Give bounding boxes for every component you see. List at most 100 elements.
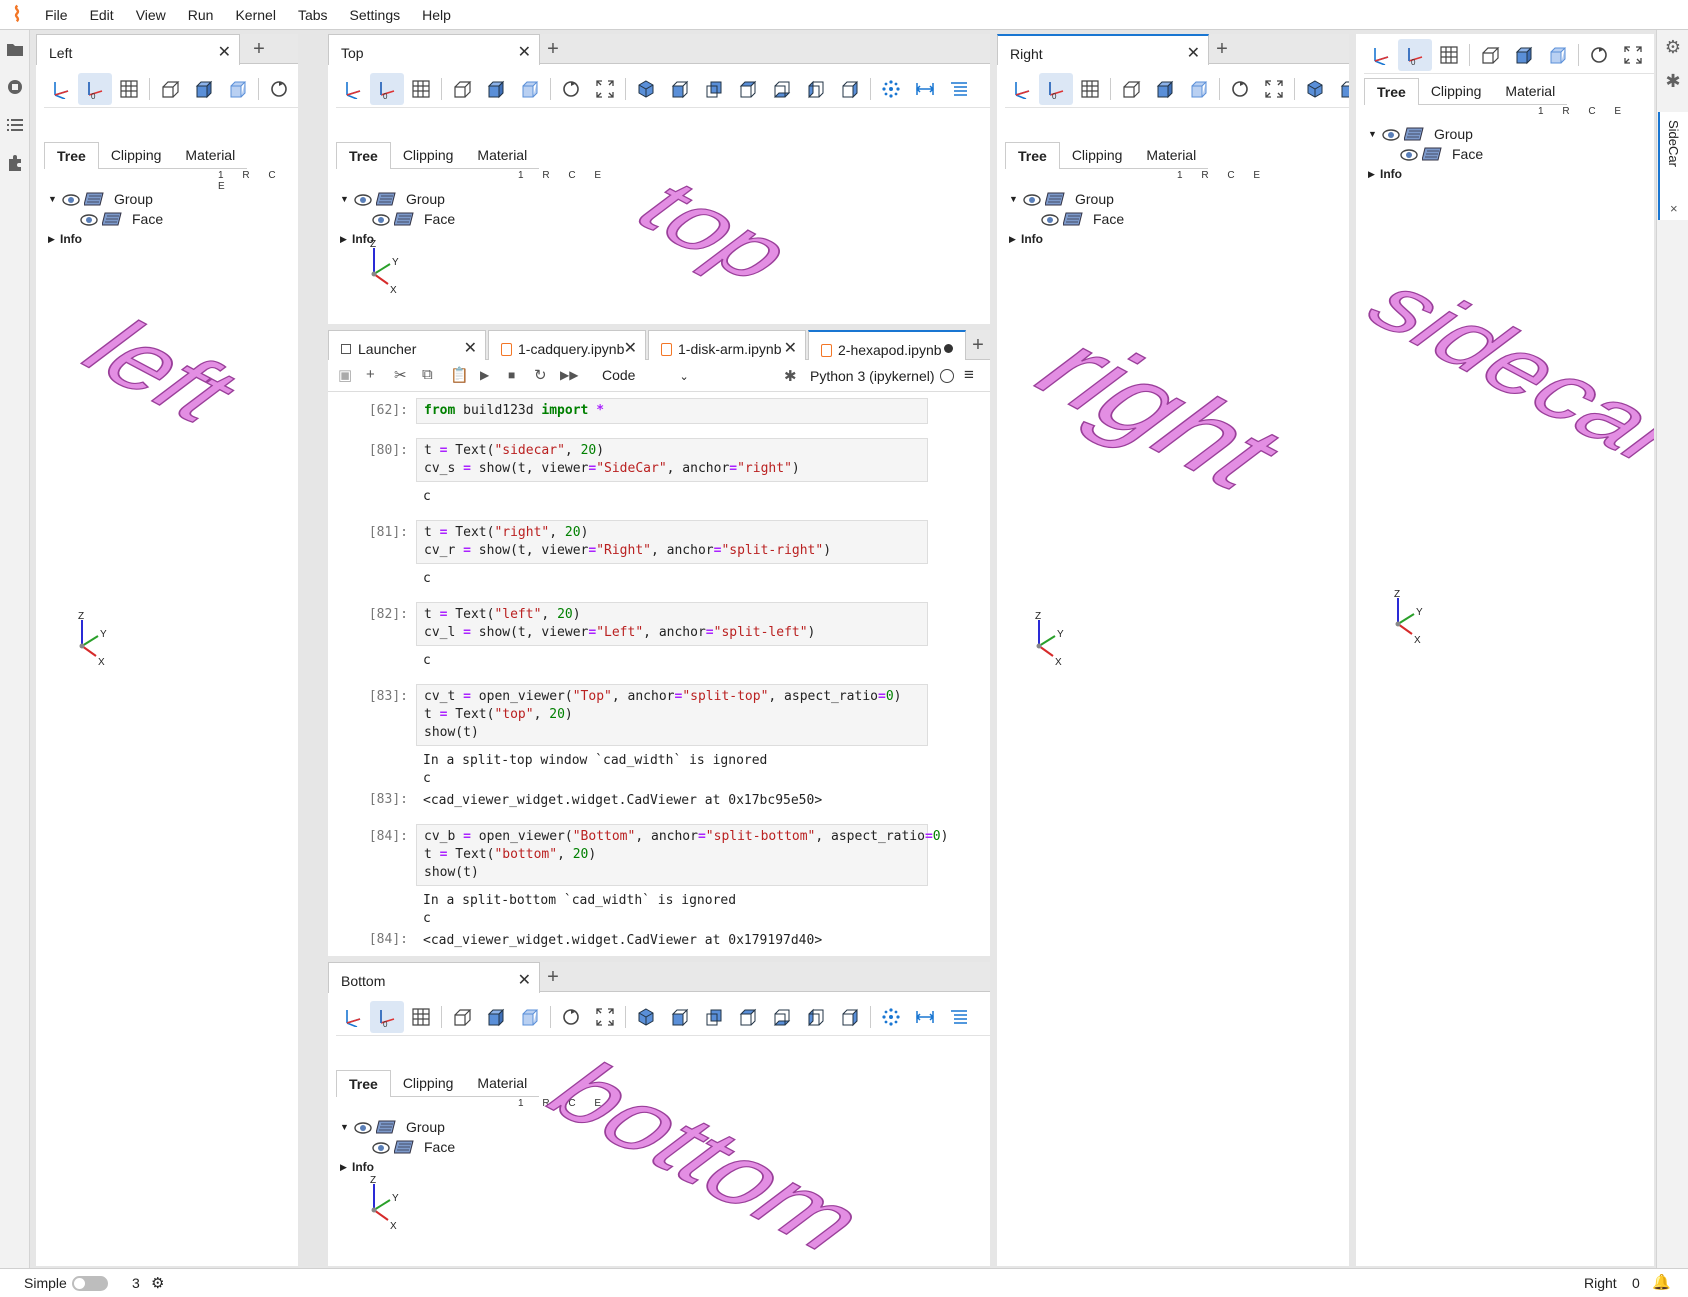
menu-help[interactable]: Help	[411, 0, 462, 30]
tab-tree[interactable]: Tree	[336, 1070, 391, 1097]
perspective-icon[interactable]	[445, 73, 479, 105]
transparent-cube-icon[interactable]	[221, 73, 255, 105]
tree-row-face[interactable]: Face	[1368, 144, 1608, 164]
menu-file[interactable]: File	[34, 0, 79, 30]
solid-cube-icon[interactable]	[479, 73, 513, 105]
solid-cube-icon[interactable]	[1148, 73, 1182, 105]
file-browser-icon[interactable]	[0, 30, 30, 68]
distance-icon[interactable]	[908, 1001, 942, 1033]
tree-row-group[interactable]: ▼ Group	[1009, 189, 1249, 209]
tab-1-cadquery[interactable]: 1-cadquery.ipynb ✕	[488, 330, 646, 361]
tree-row-face[interactable]: Face	[1009, 209, 1249, 229]
solid-cube-icon[interactable]	[187, 73, 221, 105]
perspective-icon[interactable]	[445, 1001, 479, 1033]
sidebar-tab-sidecar[interactable]: SideCar ×	[1658, 112, 1688, 220]
stop-icon[interactable]: ■	[508, 368, 515, 382]
front-view-icon[interactable]	[663, 73, 697, 105]
close-icon[interactable]: ×	[1670, 201, 1678, 216]
close-icon[interactable]: ✕	[624, 338, 637, 358]
code-cell-input[interactable]: cv_t = open_viewer("Top", anchor="split-…	[416, 684, 928, 746]
tree-row-face[interactable]: Face	[48, 209, 288, 229]
eye-icon[interactable]	[1382, 128, 1400, 141]
kernel-count[interactable]: 3	[132, 1275, 140, 1291]
menu-settings[interactable]: Settings	[339, 0, 412, 30]
tab-tree[interactable]: Tree	[336, 142, 391, 169]
tab-clipping[interactable]: Clipping	[390, 1070, 466, 1097]
collapsed-triangle-icon[interactable]: ▶	[340, 234, 352, 245]
collapsed-triangle-icon[interactable]: ▶	[340, 1162, 352, 1173]
code-cell-input[interactable]: t = Text("sidecar", 20) cv_s = show(t, v…	[416, 438, 928, 482]
grid-icon[interactable]	[404, 1001, 438, 1033]
transparent-cube-icon[interactable]	[513, 73, 547, 105]
close-icon[interactable]: ✕	[518, 42, 531, 62]
axes0-icon[interactable]: 0	[370, 1000, 404, 1033]
tab-right[interactable]: Right ✕	[997, 34, 1209, 65]
axes-icon[interactable]	[336, 1001, 370, 1033]
grid-icon[interactable]	[404, 73, 438, 105]
iso-view-icon[interactable]	[1298, 73, 1332, 105]
close-icon[interactable]: ✕	[218, 42, 231, 62]
eye-icon[interactable]	[372, 1141, 390, 1154]
eye-icon[interactable]	[354, 193, 372, 206]
tab-clipping[interactable]: Clipping	[98, 142, 174, 169]
reset-view-icon[interactable]	[554, 73, 588, 105]
tree-row-face[interactable]: Face	[340, 1137, 580, 1157]
eye-icon[interactable]	[62, 193, 80, 206]
expand-triangle-icon[interactable]: ▼	[340, 194, 352, 204]
menu-kernel[interactable]: Kernel	[224, 0, 286, 30]
debugger-icon[interactable]: ✱	[784, 367, 797, 385]
save-icon[interactable]: ▣	[338, 366, 352, 384]
menu-view[interactable]: View	[125, 0, 177, 30]
solid-cube-icon[interactable]	[1507, 39, 1541, 71]
unsaved-dot-icon[interactable]	[944, 344, 953, 353]
collapsed-triangle-icon[interactable]: ▶	[48, 234, 60, 245]
expand-triangle-icon[interactable]: ▼	[340, 1122, 352, 1132]
reset-view-icon[interactable]	[554, 1001, 588, 1033]
tree-row-group[interactable]: ▼ Group	[1368, 124, 1608, 144]
tab-clipping[interactable]: Clipping	[1059, 142, 1135, 169]
restart-run-all-icon[interactable]: ▶▶	[560, 368, 578, 382]
tab-material[interactable]: Material	[465, 142, 540, 169]
eye-icon[interactable]	[80, 213, 98, 226]
tab-top[interactable]: Top ✕	[328, 34, 540, 65]
tab-launcher[interactable]: Launcher ✕	[328, 330, 486, 361]
tab-clipping[interactable]: Clipping	[1418, 78, 1494, 105]
solid-cube-icon[interactable]	[479, 1001, 513, 1033]
rear-view-icon[interactable]	[697, 1001, 731, 1033]
reset-view-icon[interactable]	[262, 73, 296, 105]
code-cell-input[interactable]: t = Text("right", 20) cv_r = show(t, vie…	[416, 520, 928, 564]
tab-2-hexapod[interactable]: 2-hexapod.ipynb	[808, 330, 966, 361]
bottom-view-icon[interactable]	[765, 73, 799, 105]
grid-icon[interactable]	[112, 73, 146, 105]
collapsed-triangle-icon[interactable]: ▶	[1009, 234, 1021, 245]
expand-triangle-icon[interactable]: ▼	[1368, 129, 1380, 139]
axes0-icon[interactable]: 0	[78, 72, 112, 105]
tab-material[interactable]: Material	[1493, 78, 1568, 105]
tab-1-disk-arm[interactable]: 1-disk-arm.ipynb ✕	[648, 330, 806, 361]
right-view-icon[interactable]	[833, 1001, 867, 1033]
tab-material[interactable]: Material	[1134, 142, 1209, 169]
cut-icon[interactable]: ✂	[394, 366, 407, 384]
cell-type-select[interactable]: Code ⌄	[602, 367, 689, 383]
menu-edit[interactable]: Edit	[79, 0, 125, 30]
eye-icon[interactable]	[1023, 193, 1041, 206]
close-icon[interactable]: ✕	[1187, 43, 1200, 63]
tab-clipping[interactable]: Clipping	[390, 142, 466, 169]
grid-icon[interactable]	[1432, 39, 1466, 71]
add-tab-button[interactable]: +	[1209, 36, 1235, 62]
close-icon[interactable]: ✕	[464, 338, 477, 358]
fullscreen-icon[interactable]	[588, 73, 622, 105]
tree-row-face[interactable]: Face	[340, 209, 580, 229]
tree-row-info[interactable]: ▶ Info	[48, 229, 288, 249]
distance-icon[interactable]	[908, 73, 942, 105]
tree-row-group[interactable]: ▼ Group	[48, 189, 288, 209]
front-view-icon[interactable]	[663, 1001, 697, 1033]
code-cell-input[interactable]: t = Text("left", 20) cv_l = show(t, view…	[416, 602, 928, 646]
kernel-gear-icon[interactable]: ⚙	[151, 1274, 164, 1292]
perspective-icon[interactable]	[1114, 73, 1148, 105]
eye-icon[interactable]	[372, 213, 390, 226]
eye-icon[interactable]	[1041, 213, 1059, 226]
bell-icon[interactable]: 🔔	[1652, 1273, 1671, 1291]
property-inspector-gears-icon[interactable]: ⚙	[1657, 30, 1688, 64]
axes0-icon[interactable]: 0	[1039, 72, 1073, 105]
